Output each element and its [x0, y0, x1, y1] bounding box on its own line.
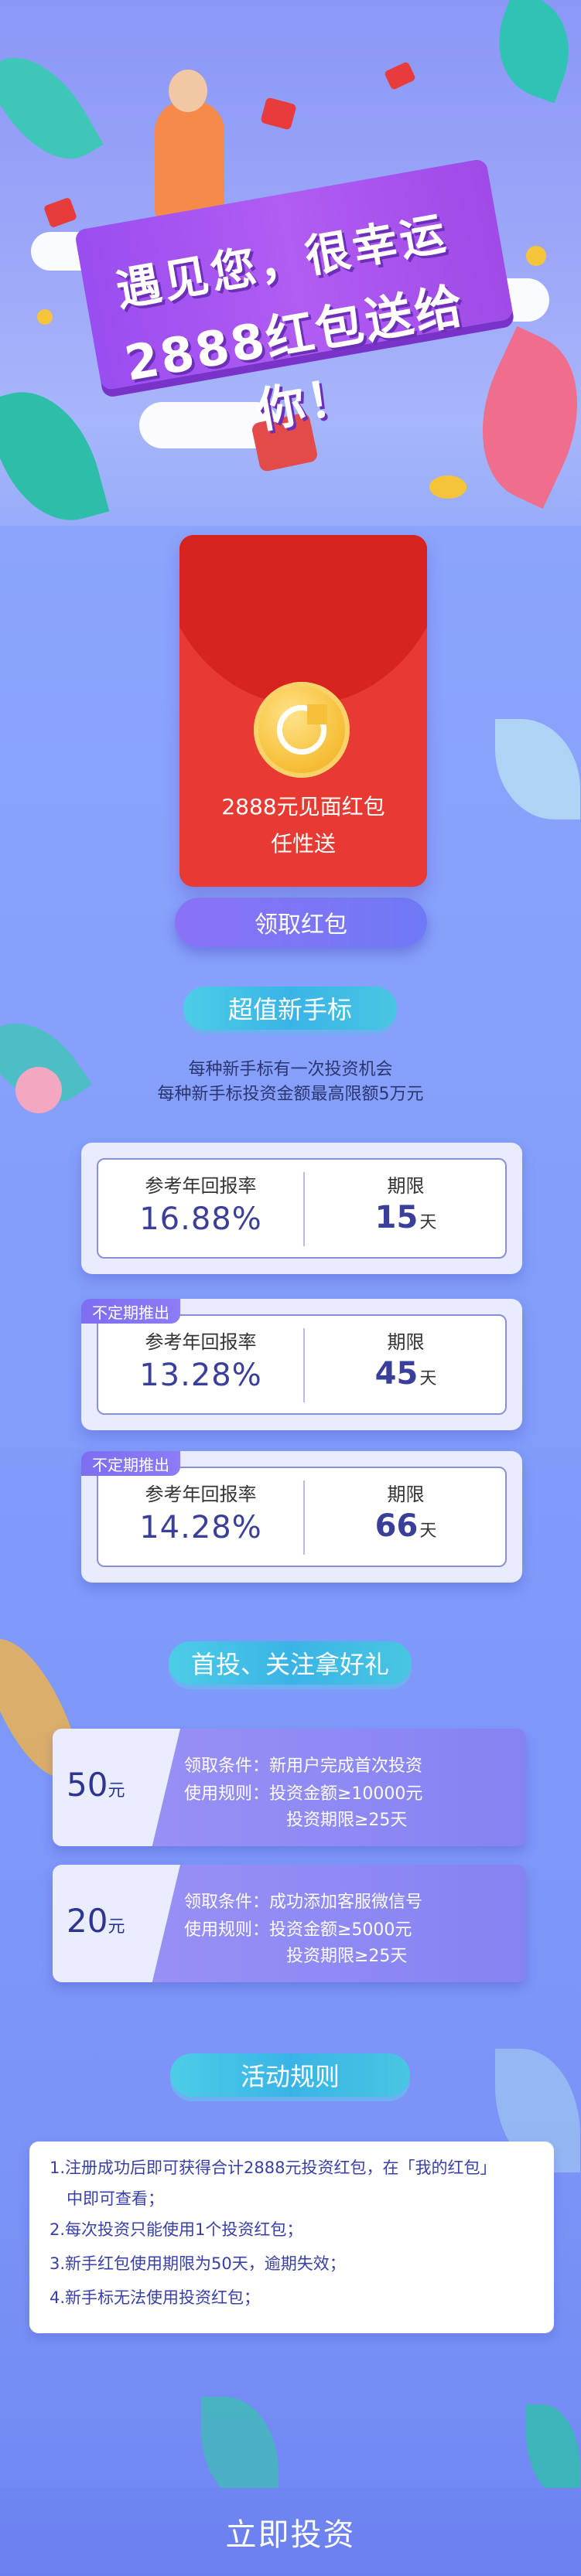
coupon-rule: 使用规则：投资金额≥10000元 [184, 1784, 423, 1804]
plan-card-body: 参考年回报率 14.28% 期限 66天 [97, 1467, 507, 1567]
newbie-intro-1: 每种新手标有一次投资机会 [188, 1060, 393, 1079]
rule-item: 4.新手标无法使用投资红包； [50, 2288, 261, 2307]
red-envelope-icon [384, 61, 416, 90]
rule-item: 2.每次投资只能使用1个投资红包； [50, 2220, 303, 2239]
coin-icon [37, 309, 53, 325]
claim-red-packet-button[interactable]: 领取红包 [175, 898, 427, 947]
leaf-decoration [495, 719, 580, 819]
section-heading-rules: 活动规则 [170, 2053, 410, 2097]
reward-coupon[interactable]: 50元 领取条件：新用户完成首次投资 使用规则：投资金额≥10000元 投资期限… [53, 1729, 526, 1846]
coin-stack-icon [429, 475, 467, 499]
term-value: 15天 [374, 1200, 437, 1235]
coupon-amount: 20元 [67, 1902, 125, 1940]
reward-coupon[interactable]: 20元 领取条件：成功添加客服微信号 使用规则：投资金额≥5000元 投资期限≥… [53, 1865, 526, 1982]
hero-banner: 遇见您，很幸运 2888红包送给你！ [0, 0, 581, 526]
rules-panel: 1.注册成功后即可获得合计2888元投资红包，在「我的红包」 中即可查看； 2.… [29, 2142, 554, 2333]
packet-subtitle: 任性送 [270, 831, 336, 857]
plan-card[interactable]: 参考年回报率 16.88% 期限 15天 [81, 1143, 522, 1274]
plan-card[interactable]: 参考年回报率 14.28% 期限 66天 不定期推出 [81, 1451, 522, 1583]
coupon-condition: 领取条件：成功添加客服微信号 [184, 1893, 423, 1912]
person-head [169, 70, 207, 112]
invest-now-button[interactable]: 立即投资 [0, 2488, 581, 2576]
leaf-decoration [481, 0, 581, 104]
red-envelope-icon [260, 97, 297, 131]
coupon-condition: 领取条件：新用户完成首次投资 [184, 1757, 423, 1776]
packet-flap [179, 535, 427, 705]
coupon-rule: 使用规则：投资金额≥5000元 [184, 1920, 412, 1940]
coupon-amount: 50元 [67, 1766, 125, 1804]
rate-label: 参考年回报率 [145, 1175, 257, 1197]
term-label: 期限 [387, 1331, 425, 1353]
leaf-decoration [0, 37, 104, 179]
newbie-intro-2: 每种新手标投资金额最高限额5万元 [157, 1085, 424, 1104]
plan-card[interactable]: 参考年回报率 13.28% 期限 45天 不定期推出 [81, 1299, 522, 1430]
rule-item: 中即可查看； [67, 2189, 164, 2208]
periodic-badge: 不定期推出 [81, 1451, 180, 1476]
leaf-decoration [0, 377, 110, 526]
plan-card-body: 参考年回报率 16.88% 期限 15天 [97, 1158, 507, 1259]
coupon-term: 投资期限≥25天 [286, 1947, 408, 1966]
rate-value: 14.28% [139, 1510, 262, 1545]
coin-icon [254, 682, 350, 778]
rate-label: 参考年回报率 [145, 1331, 257, 1353]
section-heading-newbie: 超值新手标 [183, 986, 397, 1030]
red-envelope-icon [43, 196, 78, 229]
rule-item: 1.注册成功后即可获得合计2888元投资红包，在「我的红包」 [50, 2159, 497, 2177]
packet-title: 2888元见面红包 [221, 794, 385, 819]
rate-label: 参考年回报率 [145, 1484, 257, 1505]
term-value: 45天 [374, 1356, 437, 1392]
term-value: 66天 [374, 1508, 437, 1544]
rate-value: 13.28% [139, 1358, 262, 1393]
plan-card-body: 参考年回报率 13.28% 期限 45天 [97, 1314, 507, 1415]
red-packet-card: 2888元见面红包 任性送 [179, 535, 427, 887]
term-label: 期限 [387, 1175, 425, 1197]
rate-value: 16.88% [139, 1201, 262, 1237]
periodic-badge: 不定期推出 [81, 1299, 180, 1324]
coupon-term: 投资期限≥25天 [286, 1811, 408, 1830]
rule-item: 3.新手红包使用期限为50天，逾期失效； [50, 2254, 346, 2273]
term-label: 期限 [387, 1484, 425, 1505]
coin-icon [526, 246, 546, 266]
section-heading-first-invest: 首投、关注拿好礼 [169, 1641, 412, 1685]
leaf-decoration [526, 2404, 580, 2497]
